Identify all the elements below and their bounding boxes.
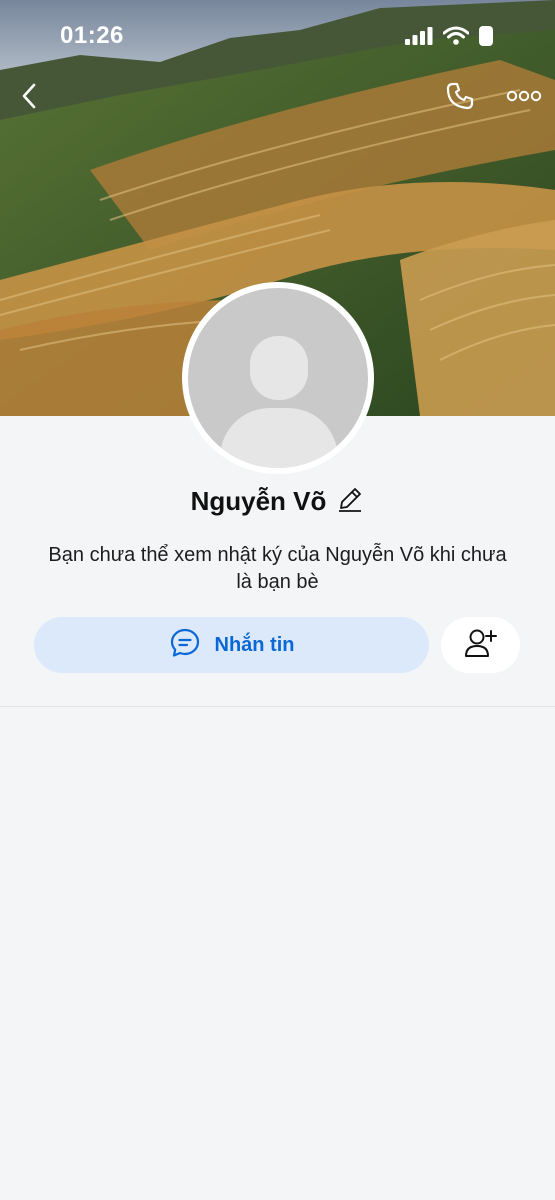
more-button[interactable] [502,84,546,112]
chevron-left-icon [19,82,39,115]
message-button[interactable]: Nhắn tin [34,617,429,673]
status-time: 01:26 [60,22,124,49]
add-friend-button[interactable] [441,617,520,673]
chat-bubble-icon [169,627,201,664]
friendship-notice: Bạn chưa thể xem nhật ký của Nguyễn Võ k… [48,544,507,593]
phone-icon [445,81,475,116]
avatar[interactable] [182,282,374,474]
signal-icon [405,27,433,50]
status-bar: 01:26 [0,0,555,70]
add-friend-icon [464,628,498,663]
profile-name: Nguyễn Võ [190,486,327,516]
section-divider [0,706,555,707]
call-button[interactable] [440,80,480,116]
edit-name-button[interactable] [336,488,364,516]
message-button-label: Nhắn tin [214,633,295,656]
pencil-icon [337,486,363,517]
back-button[interactable] [12,80,46,116]
wifi-icon [442,26,470,51]
more-dots-icon [506,89,542,107]
profile-name-row: Nguyễn Võ [0,486,555,517]
battery-icon [479,26,493,51]
default-avatar-icon [188,288,368,468]
status-icons [405,26,493,51]
